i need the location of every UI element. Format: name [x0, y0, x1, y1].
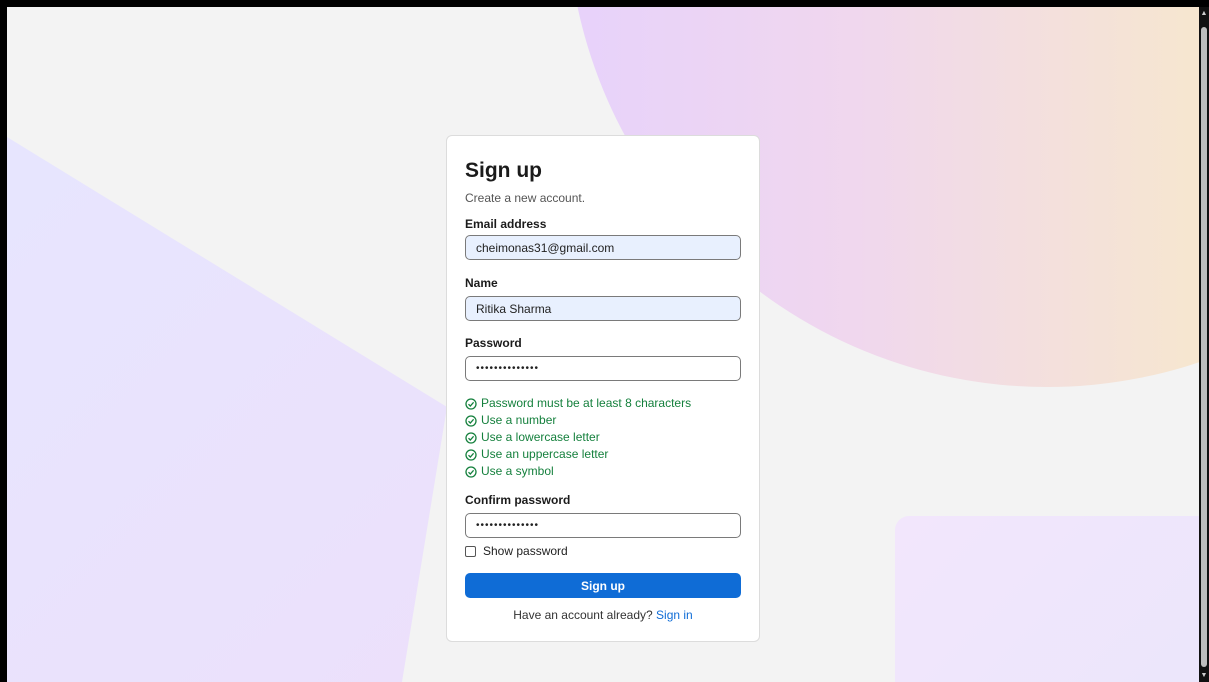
name-field[interactable]: Ritika Sharma [465, 296, 741, 321]
rule-text: Use a symbol [481, 464, 554, 478]
rule-item: Password must be at least 8 characters [465, 395, 741, 412]
signin-prompt-text: Have an account already? [513, 608, 653, 622]
rule-text: Use a number [481, 413, 557, 427]
rule-text: Use a lowercase letter [481, 430, 600, 444]
signup-card: Sign up Create a new account. Email addr… [446, 135, 760, 642]
check-circle-icon [465, 431, 477, 444]
signin-prompt: Have an account already? Sign in [465, 608, 741, 622]
page-title: Sign up [465, 159, 542, 182]
name-label: Name [465, 276, 498, 290]
check-circle-icon [465, 448, 477, 461]
arrow-down-icon[interactable]: ▼ [1199, 671, 1209, 681]
rule-item: Use a number [465, 412, 741, 429]
page-subtitle: Create a new account. [465, 191, 586, 205]
password-field[interactable]: •••••••••••••• [465, 356, 741, 381]
confirm-password-value: •••••••••••••• [476, 520, 540, 531]
rule-text: Password must be at least 8 characters [481, 396, 692, 410]
password-label: Password [465, 336, 522, 350]
email-field[interactable]: cheimonas31@gmail.com [465, 235, 741, 260]
rule-item: Use a lowercase letter [465, 429, 741, 446]
scrollbar[interactable]: ▲ ▼ [1199, 7, 1209, 682]
arrow-up-icon[interactable]: ▲ [1199, 9, 1209, 19]
signup-button[interactable]: Sign up [465, 573, 741, 598]
email-value: cheimonas31@gmail.com [476, 240, 615, 255]
confirm-password-label: Confirm password [465, 493, 571, 507]
check-circle-icon [465, 465, 477, 478]
check-circle-icon [465, 414, 477, 427]
scroll-thumb[interactable] [1201, 27, 1207, 667]
rule-item: Use a symbol [465, 463, 741, 480]
name-value: Ritika Sharma [476, 301, 552, 316]
rule-item: Use an uppercase letter [465, 446, 741, 463]
check-circle-icon [465, 397, 477, 410]
decorative-square [895, 516, 1199, 682]
email-label: Email address [465, 217, 547, 231]
show-password-checkbox[interactable] [465, 545, 476, 557]
rule-text: Use an uppercase letter [481, 447, 609, 461]
show-password-row[interactable]: Show password [465, 544, 741, 558]
password-rules: Password must be at least 8 characters U… [465, 395, 741, 480]
signin-link[interactable]: Sign in [656, 608, 693, 622]
show-password-label[interactable]: Show password [483, 544, 568, 558]
confirm-password-field[interactable]: •••••••••••••• [465, 513, 741, 538]
password-value: •••••••••••••• [476, 363, 540, 374]
